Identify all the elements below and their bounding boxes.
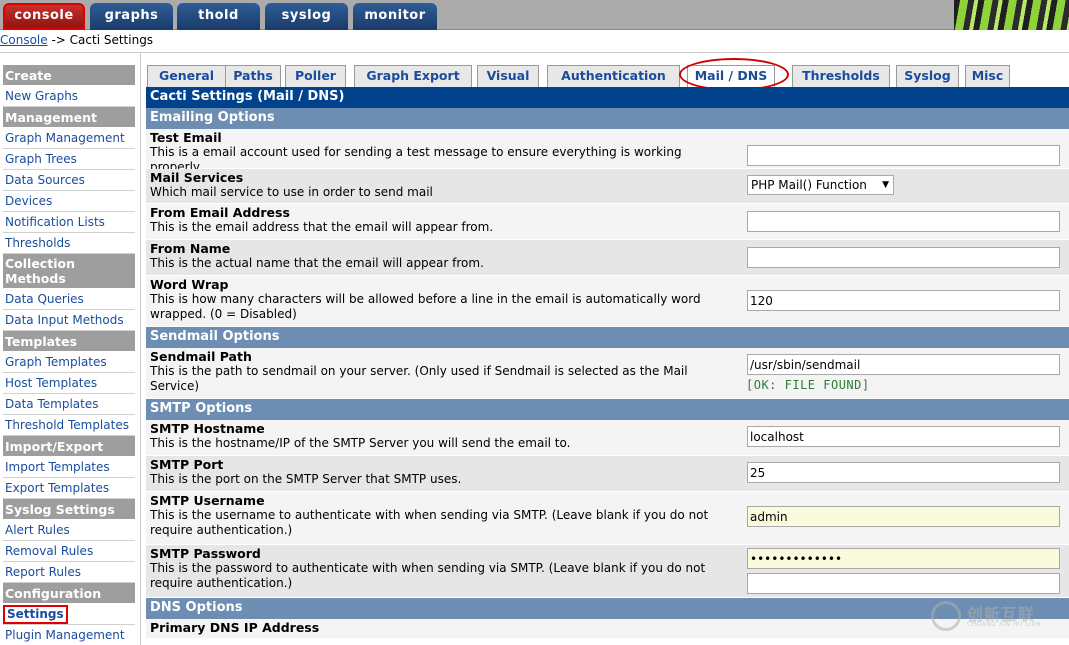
smtp-password-description: This is the password to authenticate wit… <box>150 561 706 590</box>
smtp-username-input[interactable] <box>747 506 1060 527</box>
sidebar-heading-templates: Templates <box>3 331 135 352</box>
tab-poller[interactable]: Poller <box>285 65 346 87</box>
setting-row-sendmail-path: Sendmail Path This is the path to sendma… <box>146 348 1069 399</box>
tab-authentication[interactable]: Authentication <box>547 65 680 87</box>
sidebar-item-export-templates[interactable]: Export Templates <box>3 478 135 499</box>
sidebar-item-data-sources[interactable]: Data Sources <box>3 170 135 191</box>
section-smtp-options: SMTP Options <box>146 399 1069 420</box>
test-email-input[interactable] <box>747 145 1060 166</box>
tab-thresholds[interactable]: Thresholds <box>792 65 890 87</box>
sidebar-item-graph-templates[interactable]: Graph Templates <box>3 352 135 373</box>
sidebar-item-data-templates[interactable]: Data Templates <box>3 394 135 415</box>
watermark-logo-icon <box>931 601 961 631</box>
sidebar-heading-line-2: Methods <box>5 271 66 286</box>
smtp-password-input[interactable] <box>747 548 1060 569</box>
setting-row-test-email: Test Email This is a email account used … <box>146 129 1069 174</box>
setting-row-smtp-hostname: SMTP Hostname This is the hostname/IP of… <box>146 420 1069 456</box>
sidebar-heading-configuration: Configuration <box>3 583 135 604</box>
tab-graphs[interactable]: graphs <box>90 3 173 30</box>
section-sendmail-options: Sendmail Options <box>146 327 1069 348</box>
sidebar-item-data-queries[interactable]: Data Queries <box>3 289 135 310</box>
setting-row-from-email: From Email Address This is the email add… <box>146 204 1069 240</box>
tab-syslog-settings[interactable]: Syslog <box>896 65 959 87</box>
test-email-label: Test Email <box>150 130 222 145</box>
sidebar-item-alert-rules[interactable]: Alert Rules <box>3 520 135 541</box>
word-wrap-input[interactable] <box>747 290 1060 311</box>
sendmail-status-text: [OK: FILE FOUND] <box>746 378 870 392</box>
sidebar-item-report-rules[interactable]: Report Rules <box>3 562 135 583</box>
tab-visual[interactable]: Visual <box>477 65 539 87</box>
tab-monitor[interactable]: monitor <box>353 3 437 30</box>
sendmail-path-input[interactable] <box>747 354 1060 375</box>
smtp-port-description: This is the port on the SMTP Server that… <box>150 472 462 486</box>
sidebar: Create New Graphs Management Graph Manag… <box>3 65 135 645</box>
smtp-password-confirm-input[interactable] <box>747 573 1060 594</box>
sidebar-heading-syslog-settings: Syslog Settings <box>3 499 135 520</box>
from-name-description: This is the actual name that the email w… <box>150 256 484 270</box>
setting-row-mail-services: Mail Services Which mail service to use … <box>146 169 1069 204</box>
sidebar-item-data-input-methods[interactable]: Data Input Methods <box>3 310 135 331</box>
setting-row-smtp-password: SMTP Password This is the password to au… <box>146 545 1069 598</box>
page-title: Cacti Settings (Mail / DNS) <box>146 87 1069 108</box>
sidebar-item-removal-rules[interactable]: Removal Rules <box>3 541 135 562</box>
breadcrumb-separator: -> <box>47 33 70 47</box>
smtp-hostname-description: This is the hostname/IP of the SMTP Serv… <box>150 436 571 450</box>
sidebar-item-thresholds[interactable]: Thresholds <box>3 233 135 254</box>
sidebar-heading-line-1: Collection <box>5 256 75 271</box>
breadcrumb-current: Cacti Settings <box>69 33 154 47</box>
sidebar-item-threshold-templates[interactable]: Threshold Templates <box>3 415 135 436</box>
mail-services-description: Which mail service to use in order to se… <box>150 185 433 199</box>
sidebar-item-devices[interactable]: Devices <box>3 191 135 212</box>
breadcrumb-console-link[interactable]: Console <box>0 33 48 47</box>
setting-row-smtp-username: SMTP Username This is the username to au… <box>146 492 1069 545</box>
cacti-logo <box>954 0 1069 30</box>
top-nav-bar: console graphs thold syslog monitor <box>0 0 1069 30</box>
sidebar-item-import-templates[interactable]: Import Templates <box>3 457 135 478</box>
setting-row-word-wrap: Word Wrap This is how many characters wi… <box>146 276 1069 327</box>
tab-misc[interactable]: Misc <box>965 65 1010 87</box>
sidebar-item-notification-lists[interactable]: Notification Lists <box>3 212 135 233</box>
sidebar-item-settings[interactable]: Settings <box>3 604 135 625</box>
tab-paths[interactable]: Paths <box>225 65 281 87</box>
tab-graph-export[interactable]: Graph Export <box>354 65 472 87</box>
chevron-down-icon: ▼ <box>882 180 889 190</box>
sidebar-item-plugin-management[interactable]: Plugin Management <box>3 625 135 645</box>
sidebar-item-host-templates[interactable]: Host Templates <box>3 373 135 394</box>
sidebar-heading-collection-methods: Collection Methods <box>3 254 135 289</box>
smtp-username-description: This is the username to authenticate wit… <box>150 508 709 537</box>
tab-console[interactable]: console <box>3 3 85 30</box>
from-email-input[interactable] <box>747 211 1060 232</box>
sidebar-item-new-graphs[interactable]: New Graphs <box>3 86 135 107</box>
word-wrap-description: This is how many characters will be allo… <box>150 292 701 321</box>
setting-row-from-name: From Name This is the actual name that t… <box>146 240 1069 276</box>
watermark: 创新互联 CHUANG XIN HU LIAN <box>931 599 1061 633</box>
sidebar-divider <box>140 53 141 645</box>
tab-syslog[interactable]: syslog <box>265 3 348 30</box>
mail-services-selected: PHP Mail() Function <box>751 178 867 192</box>
mail-services-select[interactable]: PHP Mail() Function ▼ <box>747 175 894 195</box>
sidebar-heading-management: Management <box>3 107 135 128</box>
sidebar-heading-create: Create <box>3 65 135 86</box>
setting-row-smtp-port: SMTP Port This is the port on the SMTP S… <box>146 456 1069 492</box>
sidebar-heading-import-export: Import/Export <box>3 436 135 457</box>
smtp-port-input[interactable] <box>747 462 1060 483</box>
sidebar-item-graph-trees[interactable]: Graph Trees <box>3 149 135 170</box>
sidebar-item-settings-label: Settings <box>3 605 68 624</box>
sendmail-path-description: This is the path to sendmail on your ser… <box>150 364 688 393</box>
tab-thold[interactable]: thold <box>177 3 260 30</box>
header-divider <box>0 52 1069 53</box>
smtp-hostname-input[interactable] <box>747 426 1060 447</box>
watermark-subtext: CHUANG XIN HU LIAN <box>967 621 1042 628</box>
from-name-input[interactable] <box>747 247 1060 268</box>
tab-general[interactable]: General <box>147 65 226 87</box>
breadcrumb: Console -> Cacti Settings <box>0 33 153 47</box>
sidebar-item-graph-management[interactable]: Graph Management <box>3 128 135 149</box>
settings-panel: Cacti Settings (Mail / DNS) Emailing Opt… <box>146 87 1069 639</box>
from-email-description: This is the email address that the email… <box>150 220 494 234</box>
section-emailing-options: Emailing Options <box>146 108 1069 129</box>
mail-services-label: Mail Services <box>150 170 244 185</box>
